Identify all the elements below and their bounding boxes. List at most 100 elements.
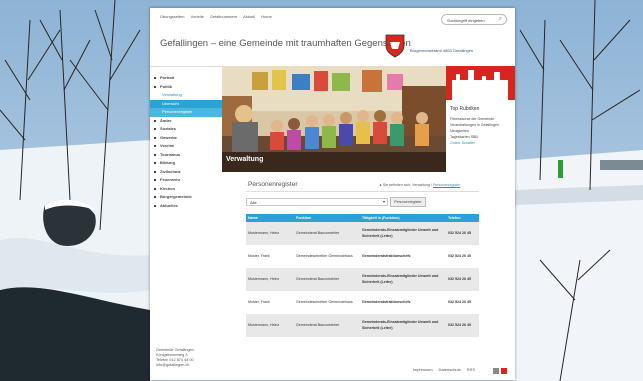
- municipality-crest-icon: [385, 34, 405, 58]
- sidebar-item-bildung[interactable]: Bildung: [150, 159, 222, 168]
- breadcrumb-prefix: Sie befinden sich: Verwaltung /: [382, 183, 432, 187]
- cell-activity: Gemeinderats-Einsatzmitglieder Umwelt un…: [360, 314, 446, 337]
- cell-phone: 032 524 26 45: [446, 222, 479, 245]
- bullet-icon: [154, 162, 156, 164]
- castle-banner: [446, 66, 515, 100]
- cell-phone: 032 524 26 45: [446, 314, 479, 337]
- footer-link[interactable]: Impressum: [413, 367, 433, 372]
- sidebar-item-buergergemeinde[interactable]: Bürgergemeinde: [150, 193, 222, 202]
- sidebar-item-personenregister[interactable]: Personenregister: [150, 108, 222, 117]
- table-row[interactable]: Muster, Frank Gemeindeschreiber Gemeinde…: [246, 291, 479, 314]
- sidebar-item-label: Tourismus: [160, 151, 181, 157]
- cell-name: Mustermann, Heinz: [246, 314, 294, 337]
- topnav-link[interactable]: Vorteile: [190, 14, 203, 19]
- hero-label: Verwaltung: [226, 156, 264, 163]
- breadcrumb: ▸ Sie befinden sich: Verwaltung / Person…: [380, 183, 460, 187]
- sidebar-item-gewerbe[interactable]: Gewerbe: [150, 134, 222, 143]
- sidebar-item-label: Zivilschutz: [160, 168, 181, 174]
- filter-value: Alle: [250, 200, 257, 205]
- rubrik-more-link[interactable]: Online-Schalter: [450, 140, 515, 146]
- bullet-icon: [154, 85, 156, 88]
- sidebar-item-tourismus[interactable]: Tourismus: [150, 151, 222, 160]
- sidebar-item-label: Aktuelles: [160, 202, 178, 208]
- sidebar-item-kirchen[interactable]: Kirchen: [150, 185, 222, 194]
- sidebar-item-label: Vereine: [160, 143, 175, 148]
- cell-activity: Gemeinderatsfraktionschefs: [360, 291, 446, 314]
- sidebar-item-soziales[interactable]: Soziales: [150, 125, 222, 134]
- bullet-icon: [154, 204, 156, 207]
- sidebar-item-aktuelles[interactable]: Aktuelles: [150, 202, 222, 211]
- topnav-link[interactable]: Home: [261, 14, 272, 19]
- cell-name: Muster, Frank: [246, 291, 294, 314]
- address-line[interactable]: info@gefallingen.ch: [156, 363, 194, 368]
- bullet-icon: [154, 153, 156, 156]
- column-header[interactable]: Telefon: [446, 214, 479, 222]
- top-navigation: Übungsseiten Vorteile Gefallnummern Aktu…: [160, 14, 272, 19]
- sidebar-item-uebersicht[interactable]: Übersicht: [150, 99, 222, 108]
- sidebar-item-label: Bürgergemeinde: [160, 194, 192, 199]
- cell-activity: Gemeinderats-Einsatzmitglieder Umwelt un…: [360, 268, 446, 291]
- sidebar-item-label: Portrait: [160, 75, 175, 80]
- cell-function: Gemeindeschreiber Gemeindehaus: [294, 245, 360, 268]
- topnav-link[interactable]: Aktuell: [243, 14, 255, 19]
- cell-phone: 032 524 26 45: [446, 245, 479, 268]
- cell-name: Mustermann, Heinz: [246, 222, 294, 245]
- sidebar-item-aemter[interactable]: Ämter: [150, 117, 222, 126]
- bullet-icon: [154, 145, 156, 147]
- sidebar-item-label: Personenregister: [162, 109, 193, 114]
- column-header[interactable]: Tätigkeit in (Funktion): [360, 214, 446, 222]
- sidebar-item-label: Kirchen: [160, 185, 175, 191]
- cell-function: Gemeinderat Bauvorsteher: [294, 314, 360, 337]
- sidebar-item-verwaltung[interactable]: Verwaltung: [150, 91, 222, 100]
- search-icon[interactable]: ⌕: [499, 16, 502, 23]
- castle-silhouette-icon: [452, 70, 508, 100]
- table-row[interactable]: Mustermann, Heinz Gemeinderat Bauvorsteh…: [246, 314, 479, 337]
- bullet-icon: [154, 196, 156, 198]
- bullet-icon: [154, 77, 156, 79]
- table-row[interactable]: Mustermann, Heinz Gemeinderat Bauvorsteh…: [246, 268, 479, 291]
- sidebar-item-label: Übersicht: [162, 100, 179, 106]
- filter-button[interactable]: Personenregister: [390, 197, 426, 207]
- sidebar-item-label: Ämter: [160, 117, 172, 123]
- cell-phone: 032 524 26 45: [446, 291, 479, 314]
- table-row[interactable]: Mustermann, Heinz Gemeinderat Bauvorsteh…: [246, 222, 479, 245]
- crest-text: Bürgermeisteramt 4863 Gefallingen: [410, 48, 474, 53]
- sidebar-navigation: Portrait Politik Verwaltung Übersicht Pe…: [150, 74, 222, 210]
- footer-links: Impressum Datenschutz RSS: [413, 367, 475, 372]
- cell-phone: 032 524 26 45: [446, 268, 479, 291]
- cell-activity: Gemeinderatsfraktionschefs: [360, 245, 446, 268]
- breadcrumb-link[interactable]: Personenregister: [433, 183, 460, 187]
- sidebar-item-feuerwehr[interactable]: Feuerwehr: [150, 176, 222, 185]
- sidebar-item-vereine[interactable]: Vereine: [150, 142, 222, 151]
- pdf-icon[interactable]: [501, 368, 507, 374]
- topnav-link[interactable]: Gefallnummern: [210, 14, 237, 19]
- cell-name: Mustermann, Heinz: [246, 268, 294, 291]
- footer-link[interactable]: Datenschutz: [439, 367, 461, 372]
- chevron-down-icon: ▾: [382, 199, 385, 204]
- search-input[interactable]: Suchbegriff eingeben ⌕: [441, 14, 507, 25]
- sidebar-item-portrait[interactable]: Portrait: [150, 74, 222, 83]
- top-rubriken-title: Top Rubriken: [450, 106, 480, 112]
- table-row[interactable]: Muster, Frank Gemeindeschreiber Gemeinde…: [246, 245, 479, 268]
- title-divider: [246, 191, 479, 192]
- column-header[interactable]: Name: [246, 214, 294, 222]
- footer-link[interactable]: RSS: [467, 367, 475, 372]
- cell-function: Gemeinderat Bauvorsteher: [294, 268, 360, 291]
- top-rubriken-box: Top Rubriken Fitnesskurse der Gemeinde V…: [446, 66, 515, 172]
- sidebar-item-zivilschutz[interactable]: Zivilschutz: [150, 168, 222, 177]
- print-icon[interactable]: [493, 368, 499, 374]
- cell-function: Gemeindeschreiber Gemeindehaus: [294, 291, 360, 314]
- sidebar-item-label: Soziales: [160, 126, 177, 131]
- contact-address: Gemeinde Gefallingen Königsbrunnweg 3 Te…: [156, 348, 194, 368]
- search-placeholder: Suchbegriff eingeben: [447, 18, 485, 23]
- sidebar-item-label: Politik: [160, 83, 173, 89]
- cell-activity: Gemeinderats-Einsatzmitglieder Umwelt un…: [360, 222, 446, 245]
- sidebar-item-label: Verwaltung: [162, 92, 182, 97]
- column-header[interactable]: Funktion: [294, 214, 360, 222]
- bullet-icon: [154, 170, 156, 173]
- bullet-icon: [154, 187, 156, 190]
- topnav-link[interactable]: Übungsseiten: [160, 14, 184, 19]
- bullet-icon: [154, 179, 156, 181]
- sidebar-item-politik[interactable]: Politik: [150, 83, 222, 92]
- filter-select[interactable]: Alle ▾: [246, 198, 388, 206]
